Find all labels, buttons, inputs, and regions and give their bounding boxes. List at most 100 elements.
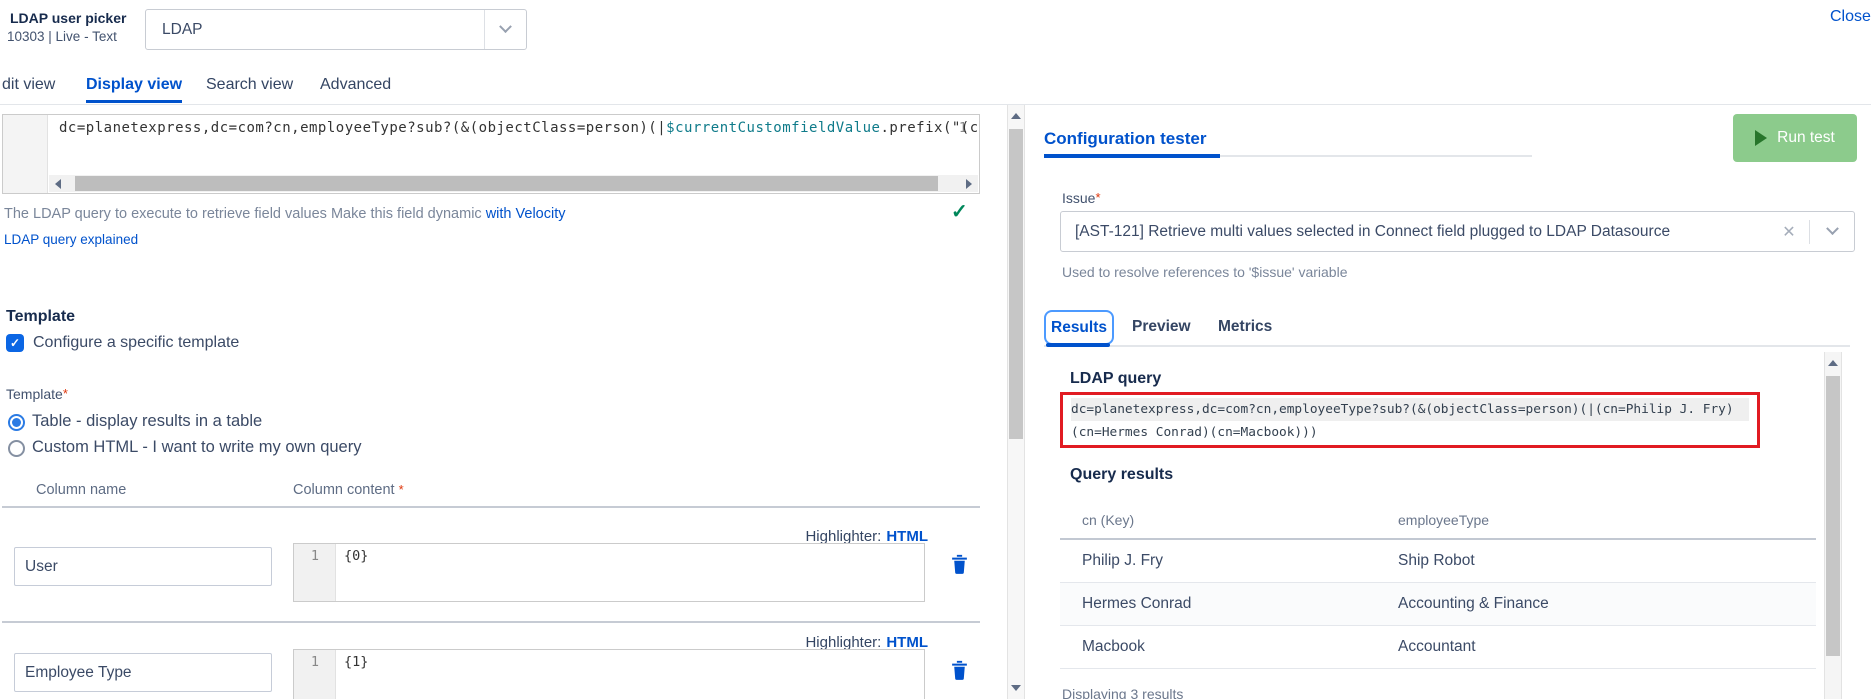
results-tabs-divider [1044,345,1850,347]
run-test-label: Run test [1777,129,1835,147]
column-content-code[interactable]: {0} [344,548,368,564]
scroll-up-button[interactable] [1008,107,1024,125]
left-panel-scrollbar[interactable] [1007,105,1025,699]
code-suffix: .prefix("(cn=").suffix(" [880,120,977,136]
with-velocity-link[interactable]: with Velocity [486,206,566,222]
valid-checkmark-icon: ✓ [951,199,968,224]
vertical-scroll-thumb[interactable] [1826,376,1840,656]
radio-custom-html-template[interactable] [8,440,25,457]
active-results-tab-indicator [1046,343,1110,347]
required-marker: * [1095,190,1100,205]
datasource-select-value: LDAP [146,21,484,39]
tab-advanced[interactable]: Advanced [320,76,391,94]
configuration-tester-title: Configuration tester [1044,129,1206,149]
scroll-down-icon [1011,685,1021,691]
field-meta: 10303 | Live - Text [7,29,117,44]
ldap-query-line-2: (cn=Hermes Conrad)(cn=Macbook))) [1071,421,1749,444]
template-field-label-text: Template [6,386,63,402]
table-row: Hermes Conrad Accounting & Finance [1060,583,1816,626]
tab-results[interactable]: Results [1044,310,1114,345]
column-content-header-text: Column content [293,482,395,498]
helper-text: The LDAP query to execute to retrieve fi… [4,206,486,222]
issue-helper-text: Used to resolve references to '$issue' v… [1062,264,1348,280]
datasource-select-toggle[interactable] [484,10,526,49]
column-name-header: Column name [36,482,126,498]
scroll-up-button[interactable] [1825,354,1841,372]
code-prefix: dc=planetexpress,dc=com?cn,employeeType?… [59,120,666,136]
required-marker: * [399,482,404,497]
results-count-text: Displaying 3 results [1062,686,1183,699]
play-icon [1755,130,1767,146]
issue-select[interactable]: [AST-121] Retrieve multi values selected… [1060,211,1855,252]
ldap-query-editor[interactable]: 1 dc=planetexpress,dc=com?cn,employeeTyp… [2,114,980,194]
delete-column-button[interactable] [951,554,968,574]
query-results-table: cn (Key) employeeType Philip J. Fry Ship… [1060,505,1816,669]
result-cell-employee-type: Ship Robot [1398,552,1475,570]
issue-select-toggle[interactable] [1810,227,1854,236]
column-content-header: Column content * [293,482,404,498]
radio-table-template[interactable] [8,414,25,431]
editor-line-number: 1 [294,654,336,670]
template-field-label: Template* [6,386,68,402]
query-helper-text: The LDAP query to execute to retrieve fi… [4,206,566,222]
column-content-editor-employee-type[interactable]: 1 {1} [293,649,925,699]
clear-issue-icon[interactable]: ✕ [1769,222,1809,242]
configure-template-checkbox[interactable] [6,334,24,352]
tester-title-underline [1044,154,1220,158]
radio-custom-html-template-label: Custom HTML - I want to write my own que… [32,438,361,457]
tab-metrics[interactable]: Metrics [1218,318,1272,336]
ldap-query-line-1: dc=planetexpress,dc=com?cn,employeeType?… [1071,398,1749,421]
chevron-down-icon [499,20,512,33]
scroll-right-button[interactable] [960,175,978,192]
result-cell-cn: Macbook [1082,638,1145,656]
delete-column-button[interactable] [951,660,968,680]
tab-search-view[interactable]: Search view [206,76,293,94]
table-row: Macbook Accountant [1060,626,1816,669]
scroll-right-icon [966,179,972,189]
tab-results-label: Results [1051,319,1107,337]
tabs-divider [0,104,1871,105]
executed-ldap-query-box: dc=planetexpress,dc=com?cn,employeeType?… [1060,392,1760,448]
tester-title-divider [1220,155,1532,157]
scroll-down-button[interactable] [1008,679,1024,697]
horizontal-scroll-thumb[interactable] [75,176,938,191]
ldap-query-code-line[interactable]: dc=planetexpress,dc=com?cn,employeeType?… [59,120,977,136]
run-test-button[interactable]: Run test [1733,114,1857,162]
row-divider [2,506,980,508]
results-panel-scrollbar[interactable] [1824,352,1842,699]
tab-display-view[interactable]: Display view [86,76,182,94]
row-divider [2,621,980,623]
configure-template-label: Configure a specific template [33,334,239,352]
vertical-scroll-thumb[interactable] [1009,129,1023,439]
required-marker: * [63,386,68,401]
scroll-up-icon [1828,360,1838,366]
chevron-down-icon [1826,222,1839,235]
result-cell-employee-type: Accounting & Finance [1398,595,1549,613]
ldap-field-configuration-page: LDAP user picker 10303 | Live - Text LDA… [0,0,1871,699]
query-results-heading: Query results [1070,466,1173,484]
column-name-input-user[interactable] [14,547,272,586]
active-tab-indicator [86,100,182,103]
editor-horizontal-scrollbar[interactable] [49,175,978,192]
ldap-query-explained-link[interactable]: LDAP query explained [4,232,138,247]
tab-edit-view[interactable]: dit view [2,76,55,94]
result-cell-cn: Philip J. Fry [1082,552,1163,570]
column-content-editor-user[interactable]: 1 {0} [293,543,925,602]
issue-label-text: Issue [1062,190,1095,206]
scroll-left-button[interactable] [49,175,67,192]
table-row: Philip J. Fry Ship Robot [1060,540,1816,583]
issue-field-label: Issue* [1062,190,1101,206]
scroll-left-icon [55,179,61,189]
scroll-up-icon [1011,113,1021,119]
column-content-code[interactable]: {1} [344,654,368,670]
column-name-input-employee-type[interactable] [14,653,272,692]
datasource-select[interactable]: LDAP [145,9,527,50]
field-name: LDAP user picker [10,10,126,26]
ldap-query-heading: LDAP query [1070,370,1161,388]
close-button[interactable]: Close [1830,8,1871,26]
results-table-header: cn (Key) employeeType [1060,505,1816,538]
result-cell-employee-type: Accountant [1398,638,1476,656]
tab-preview[interactable]: Preview [1132,318,1191,336]
editor-line-number: 1 [294,548,336,564]
issue-select-value: [AST-121] Retrieve multi values selected… [1061,223,1769,241]
